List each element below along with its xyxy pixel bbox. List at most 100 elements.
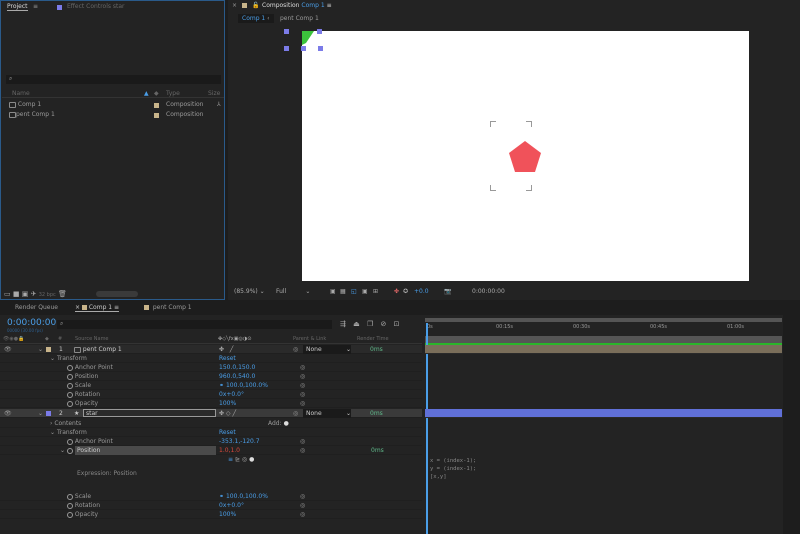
property-row[interactable]: Opacity 100% ◎ bbox=[0, 399, 422, 408]
layer-switches[interactable]: ✤ ╱ bbox=[219, 345, 233, 354]
property-value[interactable]: 960.0,540.0 bbox=[219, 372, 255, 381]
property-value[interactable]: 100% bbox=[219, 399, 236, 408]
bpc-button[interactable]: 32 bpc bbox=[39, 292, 56, 298]
property-value[interactable]: 100.0,100.0% bbox=[226, 382, 268, 389]
contents-group[interactable]: › Contents Add: ● bbox=[0, 419, 422, 428]
label-swatch[interactable] bbox=[46, 411, 51, 416]
property-name[interactable]: Position bbox=[75, 446, 216, 455]
property-row[interactable]: Position 960.0,540.0 ◎ bbox=[0, 372, 422, 381]
layer-name-input[interactable]: star bbox=[83, 409, 216, 417]
resolution-dropdown[interactable]: Full ⌄ bbox=[276, 286, 310, 298]
lock-icon[interactable]: 🔓 bbox=[252, 2, 259, 9]
col-type[interactable]: Type bbox=[166, 90, 180, 97]
reset-link[interactable]: Reset bbox=[219, 428, 236, 437]
transform-group[interactable]: ⌄ Transform Reset bbox=[0, 354, 422, 363]
channel-icon[interactable]: ✤ bbox=[394, 286, 399, 298]
eye-icon[interactable]: 👁 bbox=[4, 409, 12, 418]
expression-editor[interactable]: x = (index-1); y = (index-1); [x,y] bbox=[430, 457, 782, 487]
timecode-field[interactable]: 0:00:00:00 bbox=[472, 286, 505, 298]
exposure-icon[interactable]: ✪ bbox=[403, 286, 408, 298]
layer-name[interactable]: pent Comp 1 bbox=[74, 345, 122, 354]
layer-switches[interactable]: ✤ ◇ ╱ bbox=[219, 409, 236, 418]
col-name[interactable]: Name bbox=[12, 90, 30, 97]
transparency-icon[interactable]: ▦ bbox=[340, 286, 346, 298]
layer-bar[interactable] bbox=[425, 409, 782, 418]
tab-comp1[interactable]: × Comp 1 ≡ bbox=[75, 304, 120, 312]
graph-editor-icon[interactable]: ⊡ bbox=[394, 320, 400, 328]
pentagon-shape[interactable] bbox=[507, 139, 543, 175]
render-icon[interactable]: ✈ bbox=[31, 290, 37, 298]
timeline-search-input[interactable]: ⌕ bbox=[57, 320, 332, 329]
menu-icon[interactable]: ≡ bbox=[33, 3, 38, 10]
col-render-time[interactable]: Render Time bbox=[357, 335, 389, 344]
mask-icon[interactable]: ◱ bbox=[351, 286, 357, 298]
tab-pent-comp[interactable]: pent Comp 1 bbox=[144, 304, 192, 311]
layer-row-selected[interactable]: 👁 ⌄ 2 ★ star ✤ ◇ ╱ ◎ None ⌄ 0ms bbox=[0, 409, 422, 418]
pickwhip-icon[interactable]: ◎ bbox=[293, 409, 298, 418]
guides-icon[interactable]: ▣ bbox=[362, 286, 368, 298]
close-icon[interactable]: × bbox=[232, 2, 237, 9]
expression-enable-icon[interactable]: ≡ bbox=[228, 456, 233, 463]
property-row[interactable]: Rotation 0x+0.0° ◎ bbox=[0, 390, 422, 399]
property-value[interactable]: -353.1,-120.7 bbox=[219, 437, 260, 446]
breadcrumb-pent[interactable]: pent Comp 1 bbox=[280, 15, 319, 22]
work-area-bar[interactable] bbox=[425, 318, 782, 322]
frame-blend-icon[interactable]: ❐ bbox=[367, 320, 373, 328]
tab-render-queue[interactable]: Render Queue bbox=[15, 304, 58, 311]
add-button[interactable]: Add: ● bbox=[268, 419, 289, 428]
new-comp-icon[interactable]: ▣ bbox=[22, 290, 29, 298]
scrollbar[interactable] bbox=[96, 291, 138, 297]
reset-link[interactable]: Reset bbox=[219, 354, 236, 363]
exposure-value[interactable]: +0.0 bbox=[414, 286, 429, 298]
grid-icon[interactable]: ⊞ bbox=[373, 286, 378, 298]
property-value[interactable]: 0x+0.0° bbox=[219, 501, 244, 510]
region-icon[interactable]: ▣ bbox=[330, 286, 336, 298]
eye-icon[interactable]: 👁 bbox=[4, 345, 12, 354]
parent-dropdown[interactable]: None ⌄ bbox=[303, 409, 351, 418]
property-value[interactable]: 0x+0.0° bbox=[219, 390, 244, 399]
motion-blur-icon[interactable]: ⊘ bbox=[380, 320, 386, 328]
project-item[interactable]: Comp 1 Composition ⅄ bbox=[9, 101, 224, 110]
new-folder-icon[interactable]: ■ bbox=[13, 290, 20, 298]
comp-canvas[interactable] bbox=[302, 31, 749, 281]
col-parent[interactable]: Parent & Link bbox=[293, 335, 326, 344]
transform-handle[interactable] bbox=[317, 29, 322, 34]
property-value[interactable]: 150.0,150.0 bbox=[219, 363, 255, 372]
current-time[interactable]: 0:00:00:00 bbox=[7, 318, 56, 328]
transform-handle[interactable] bbox=[318, 46, 323, 51]
tab-project[interactable]: Project bbox=[7, 3, 28, 11]
property-row[interactable]: Anchor Point 150.0,150.0 ◎ bbox=[0, 363, 422, 372]
pickwhip-icon[interactable]: ◎ bbox=[242, 456, 247, 463]
flowchart-icon[interactable]: ⅄ bbox=[217, 101, 221, 108]
comp-flowchart-icon[interactable]: ⇶ bbox=[340, 320, 346, 328]
search-input[interactable]: ⌕ bbox=[6, 75, 221, 84]
property-row[interactable]: Scale ⚭ 100.0,100.0% ◎ bbox=[0, 381, 422, 390]
trash-icon[interactable]: 🗑 bbox=[58, 290, 67, 298]
breadcrumb-comp1[interactable]: Comp 1 ‹ bbox=[238, 14, 274, 23]
label-swatch[interactable] bbox=[46, 347, 51, 352]
property-value[interactable]: 1.0,1.0 bbox=[219, 446, 240, 455]
shy-icon[interactable]: ⏏ bbox=[353, 320, 360, 328]
timeline-scrollbar[interactable] bbox=[783, 315, 800, 534]
property-row[interactable]: Scale ⚭ 100.0,100.0% ◎ bbox=[0, 492, 422, 501]
property-value[interactable]: 100% bbox=[219, 510, 236, 519]
transform-handle[interactable] bbox=[301, 46, 306, 51]
interpret-footage-icon[interactable]: ▭ bbox=[4, 290, 11, 298]
project-item[interactable]: pent Comp 1 Composition bbox=[9, 111, 224, 120]
layer-row[interactable]: 👁 ⌄ 1 pent Comp 1 ✤ ╱ ◎ None ⌄ 0ms bbox=[0, 345, 422, 354]
parent-dropdown[interactable]: None ⌄ bbox=[303, 345, 351, 354]
property-row[interactable]: Opacity 100% ◎ bbox=[0, 510, 422, 519]
graph-icon[interactable]: ⊵ bbox=[235, 456, 240, 463]
zoom-dropdown[interactable]: (85.9%) ⌄ bbox=[234, 286, 265, 298]
transform-handle[interactable] bbox=[284, 29, 289, 34]
snapshot-icon[interactable]: 📷 bbox=[444, 286, 451, 298]
comp-duration-bar[interactable] bbox=[425, 336, 782, 345]
expand-icon[interactable]: ⌄ bbox=[38, 345, 43, 354]
col-source-name[interactable]: Source Name bbox=[75, 335, 109, 344]
property-row[interactable]: Rotation 0x+0.0° ◎ bbox=[0, 501, 422, 510]
property-value[interactable]: 100.0,100.0% bbox=[226, 493, 268, 500]
tab-effect-controls[interactable]: Effect Controls star bbox=[67, 3, 125, 10]
time-ruler[interactable]: 0s 00:15s 00:30s 00:45s 01:00s bbox=[425, 324, 782, 334]
expression-menu-icon[interactable]: ● bbox=[249, 456, 254, 463]
expand-icon[interactable]: ⌄ bbox=[38, 409, 43, 418]
